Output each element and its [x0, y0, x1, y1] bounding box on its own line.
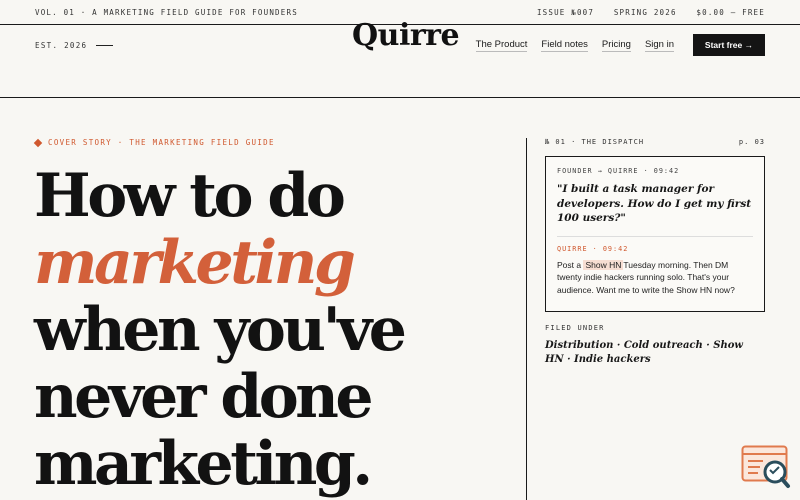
logo[interactable]: Quirre — [352, 18, 460, 53]
issue-price: $0.00 — FREE — [696, 7, 765, 17]
start-free-button[interactable]: Start free → — [693, 34, 765, 56]
cover-story-kicker: COVER STORY · THE MARKETING FIELD GUIDE — [33, 138, 275, 147]
founder-meta: FOUNDER → QUIRRE · 09:42 — [557, 167, 680, 175]
headline-line-5: marketing. — [34, 429, 373, 499]
column-divider — [526, 138, 527, 500]
headline-line-accent: marketing — [34, 228, 356, 298]
quirre-meta: QUIRRE · 09:42 — [557, 244, 629, 253]
nav-the-product[interactable]: The Product — [475, 39, 528, 52]
issue-season: SPRING 2026 — [613, 7, 677, 17]
headline-line-1: How to do — [34, 161, 346, 231]
nav-pricing[interactable]: Pricing — [601, 39, 631, 52]
search-window-icon[interactable] — [741, 445, 791, 491]
nav-field-notes[interactable]: Field notes — [541, 39, 588, 52]
established-label: EST. 2026 — [35, 41, 114, 50]
main-nav: The Product Field notes Pricing Sign in — [475, 39, 674, 52]
reply-highlight: Show HN — [583, 259, 624, 270]
filed-under-tags: Distribution · Cold outreach · Show HN ·… — [545, 340, 743, 365]
quirre-reply: Post a Show HN Tuesday morning. Then DM t… — [557, 259, 753, 297]
dispatch-section: № 01 · THE DISPATCH — [545, 138, 645, 146]
dispatch-page: p. 03 — [738, 138, 765, 146]
volume-tagline: VOL. 01 · A MARKETING FIELD GUIDE FOR FO… — [35, 7, 298, 17]
dispatch-header: № 01 · THE DISPATCH p. 03 — [545, 138, 765, 146]
kicker-text: COVER STORY · THE MARKETING FIELD GUIDE — [48, 138, 275, 147]
reply-start: Post a — [557, 259, 584, 270]
headline-line-4: never done — [34, 362, 374, 432]
diamond-icon — [33, 138, 43, 147]
filed-under-label: FILED UNDER — [545, 324, 605, 332]
founder-question: "I built a task manager for developers. … — [557, 183, 752, 224]
hero-headline: How to do marketing when you've never do… — [34, 161, 407, 499]
established-rule — [96, 45, 114, 46]
headline-line-3: when you've — [34, 295, 407, 365]
dispatch-card: FOUNDER → QUIRRE · 09:42 "I built a task… — [545, 156, 765, 312]
established-text: EST. 2026 — [35, 41, 88, 50]
issue-info: ISSUE №007 SPRING 2026 $0.00 — FREE — [523, 8, 765, 17]
card-divider — [557, 235, 753, 237]
nav-sign-in[interactable]: Sign in — [644, 39, 674, 52]
issue-number: ISSUE №007 — [536, 7, 595, 17]
